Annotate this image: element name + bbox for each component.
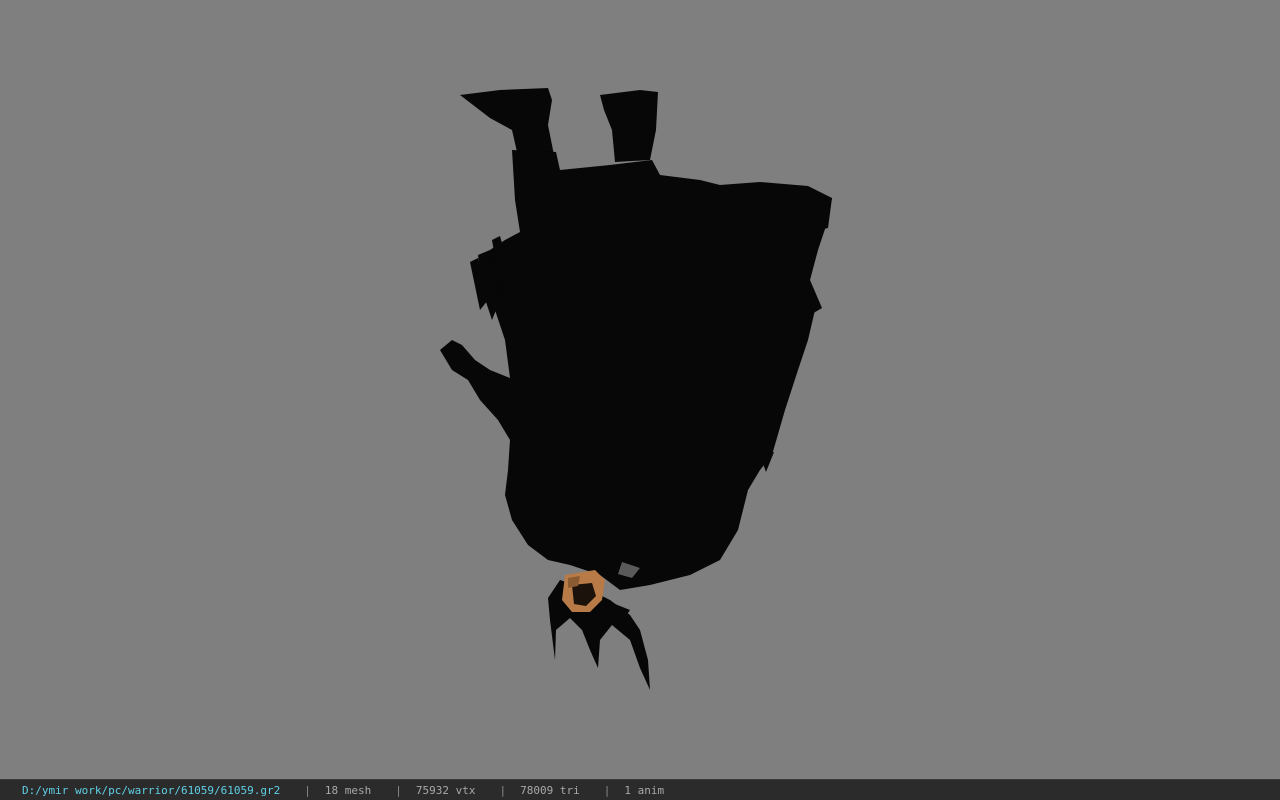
- model-file-path: D:/ymir work/pc/warrior/61059/61059.gr2: [22, 783, 281, 797]
- warrior-model-render: [440, 88, 832, 690]
- vertex-count: 75932 vtx: [415, 783, 476, 797]
- triangle-count: 78009 tri: [520, 783, 580, 797]
- warrior-model-silhouette: [440, 88, 832, 690]
- status-bar: D:/ymir work/pc/warrior/61059/61059.gr2 …: [0, 779, 1280, 800]
- status-separator: |: [395, 783, 402, 797]
- mesh-count: 18 mesh: [324, 783, 372, 797]
- 3d-model-viewport[interactable]: [0, 0, 1280, 779]
- status-separator: |: [304, 783, 311, 797]
- status-separator: |: [499, 783, 507, 797]
- status-separator: |: [603, 783, 611, 797]
- animation-count: 1 anim: [624, 783, 665, 797]
